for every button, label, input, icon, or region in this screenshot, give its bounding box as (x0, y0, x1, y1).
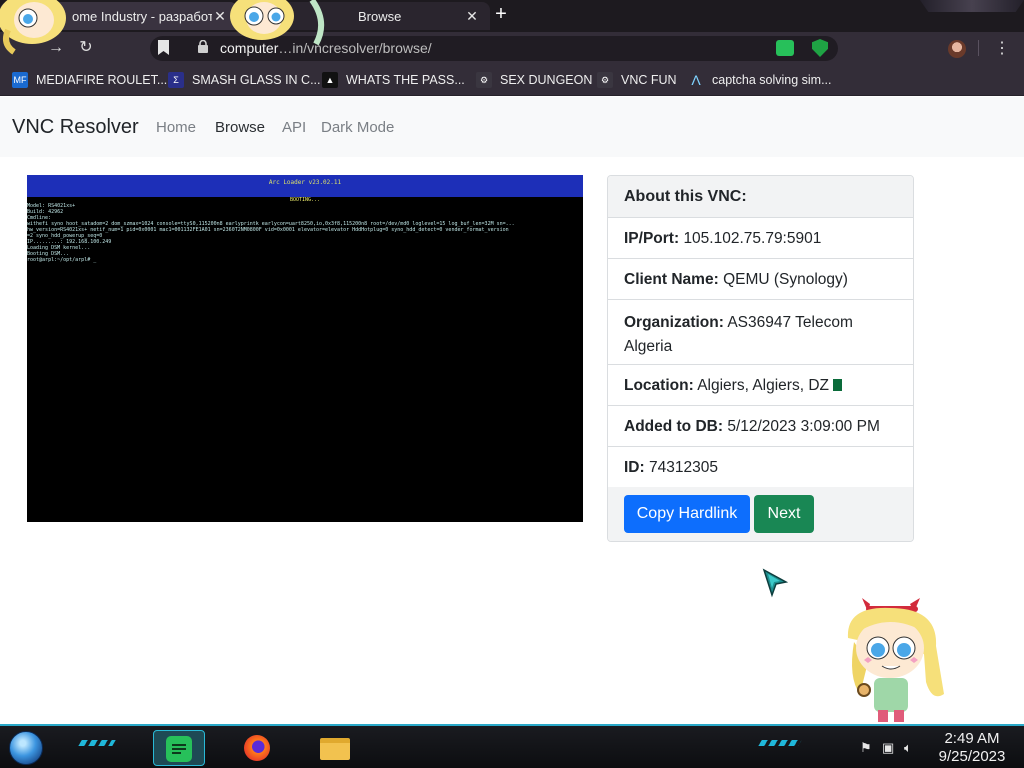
terminal-line: root@arpl:~/opt/arpl# _ (27, 257, 97, 263)
vnc-title: Arc Loader v23.02.11 (268, 179, 342, 186)
mascot-character-image (847, 598, 944, 722)
taskbar-app-explorer[interactable] (308, 730, 360, 766)
organization-row: Organization: AS36947 Telecom Algeria (608, 300, 913, 365)
clock-date: 9/25/2023 (938, 748, 1006, 765)
site-navbar: VNC Resolver Home Browse API Dark Mode (0, 97, 1024, 157)
added-to-db-value: 5/12/2023 3:09:00 PM (727, 418, 880, 435)
sigma-icon: Σ (168, 72, 184, 88)
nav-home[interactable]: Home (156, 119, 196, 136)
bookmark-captcha[interactable]: Λ captcha solving sim... (688, 71, 832, 89)
site-icon: ⚙ (597, 72, 613, 88)
mouse-cursor-icon (762, 568, 788, 598)
id-label: ID: (624, 459, 645, 476)
volume-icon[interactable]: 🔈︎ (904, 740, 912, 756)
client-name-row: Client Name: QEMU (Synology) (608, 259, 913, 300)
bookmark-label: SEX DUNGEON (500, 73, 593, 87)
mediafire-icon: MF (12, 72, 28, 88)
ip-port-label: IP/Port: (624, 230, 680, 247)
site-brand[interactable]: VNC Resolver (12, 116, 139, 139)
added-to-db-label: Added to DB: (624, 418, 724, 435)
location-value: Algiers, Algiers, DZ (697, 377, 829, 394)
location-label: Location: (624, 377, 694, 394)
bookmark-label: captcha solving sim... (712, 73, 832, 87)
site-icon: ▲ (322, 72, 338, 88)
client-name-value: QEMU (Synology) (723, 271, 848, 288)
location-row: Location: Algiers, Algiers, DZ (608, 365, 913, 406)
firefox-icon (244, 735, 270, 761)
bookmark-label: VNC FUN (621, 73, 677, 87)
vnc-terminal-output: Model: RS4021xs+ Build: 42962 Cmdline: with… (27, 203, 583, 263)
taskbar: ⚑ ▣ 🔈︎ 2:49 AM 9/25/2023 (0, 724, 1024, 768)
bookmark-smash-glass[interactable]: Σ SMASH GLASS IN C... (168, 71, 321, 89)
id-value: 74312305 (648, 459, 718, 476)
start-button[interactable] (9, 731, 43, 765)
bookmark-sex-dungeon[interactable]: ⚙ SEX DUNGEON (476, 71, 592, 89)
terminal-line: hw_version=RS4021xs+ netif_num=1 pid=0x0… (27, 227, 509, 233)
taskbar-app-firefox[interactable] (230, 730, 282, 766)
taskbar-decoration (78, 740, 116, 746)
new-tab-button[interactable]: + (491, 4, 511, 25)
next-button[interactable]: Next (754, 495, 814, 533)
folder-icon (320, 738, 350, 760)
ip-port-value: 105.102.75.79:5901 (683, 230, 822, 247)
added-to-db-row: Added to DB: 5/12/2023 3:09:00 PM (608, 406, 913, 447)
close-tab-icon[interactable]: ✕ (464, 8, 480, 25)
chat-app-icon (166, 736, 192, 762)
bookmark-mediafire[interactable]: MF MEDIAFIRE ROULET... (12, 71, 167, 89)
network-icon[interactable]: ▣ (882, 740, 894, 756)
about-card-footer: Copy Hardlink Next (608, 487, 913, 541)
action-center-flag-icon[interactable]: ⚑ (860, 740, 872, 756)
vnc-screenshot: Arc Loader v23.02.11 BOOTING... Model: R… (27, 175, 583, 522)
flag-icon (833, 379, 843, 391)
client-name-label: Client Name: (624, 271, 719, 288)
copy-hardlink-button[interactable]: Copy Hardlink (624, 495, 750, 533)
taskbar-clock[interactable]: 2:49 AM 9/25/2023 (932, 730, 1012, 766)
site-icon: ⚙ (476, 72, 492, 88)
toolbar-divider (978, 40, 979, 56)
about-card: About this VNC: IP/Port: 105.102.75.79:5… (607, 175, 914, 542)
clock-time: 2:49 AM (944, 730, 1000, 747)
nav-api[interactable]: API (282, 119, 306, 136)
bookmark-label: WHATS THE PASS... (346, 73, 465, 87)
taskbar-app-chat[interactable] (153, 730, 205, 766)
nav-browse[interactable]: Browse (215, 119, 265, 136)
vnc-title-bar: Arc Loader v23.02.11 (27, 175, 583, 197)
about-card-header: About this VNC: (608, 176, 913, 218)
overlay-mascot-image (0, 0, 325, 55)
bookmark-whats-the-pass[interactable]: ▲ WHATS THE PASS... (322, 71, 465, 89)
menu-icon[interactable]: ⋮ (994, 38, 1010, 58)
bookmark-label: SMASH GLASS IN C... (192, 73, 321, 87)
id-row: ID: 74312305 (608, 447, 913, 488)
taskbar-decoration (758, 740, 802, 746)
ip-port-row: IP/Port: 105.102.75.79:5901 (608, 218, 913, 259)
organization-label: Organization: (624, 314, 724, 331)
chat-extension-icon[interactable] (776, 40, 794, 56)
profile-avatar[interactable] (948, 40, 966, 58)
theme-decoration (920, 0, 1024, 12)
bookmarks-bar: MF MEDIAFIRE ROULET... Σ SMASH GLASS IN … (0, 64, 1024, 96)
nav-dark-mode[interactable]: Dark Mode (321, 119, 394, 136)
bookmark-label: MEDIAFIRE ROULET... (36, 73, 168, 87)
lambda-icon: Λ (691, 72, 701, 88)
bookmark-vnc-fun[interactable]: ⚙ VNC FUN (597, 71, 677, 89)
